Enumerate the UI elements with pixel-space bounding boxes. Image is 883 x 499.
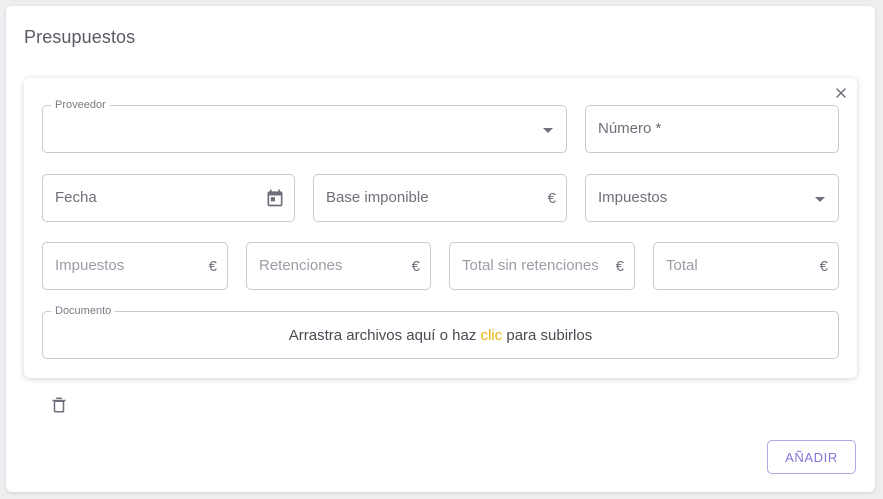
euro-suffix: € [615,258,624,275]
impuestos-select[interactable]: Impuestos [585,174,839,222]
fecha-placeholder: Fecha [55,189,97,206]
numero-field[interactable]: Número * [585,105,839,153]
section-title: Presupuestos [24,27,136,47]
retenciones-field[interactable]: Retenciones € [246,242,431,290]
chevron-down-icon [815,197,825,202]
dropzone-text-after: para subirlos [502,327,593,344]
proveedor-label: Proveedor [51,99,110,111]
base-imponible-field[interactable]: Base imponible € [313,174,567,222]
dropzone-text-before: Arrastra archivos aquí o haz [288,327,481,344]
total-field[interactable]: Total € [653,242,839,290]
base-imponible-placeholder: Base imponible [326,189,429,206]
euro-suffix: € [819,258,828,275]
retenciones-placeholder: Retenciones [259,257,343,274]
calendar-icon[interactable] [265,188,285,208]
euro-suffix: € [208,258,217,275]
numero-placeholder: Número * [598,120,662,137]
total-sin-retenciones-field[interactable]: Total sin retenciones € [449,242,635,290]
close-icon[interactable] [834,86,848,100]
euro-suffix: € [411,258,420,275]
presupuestos-card: Presupuestos Proveedor Número * Fecha Ba… [6,6,875,492]
chevron-down-icon [543,128,553,133]
impuestos-amount-field[interactable]: Impuestos € [42,242,228,290]
total-placeholder: Total [666,257,698,274]
upload-click-link[interactable]: clic [481,327,503,344]
documento-label: Documento [51,305,116,317]
budget-entry-card: Proveedor Número * Fecha Base imponible … [24,78,857,378]
fecha-field[interactable]: Fecha [42,174,295,222]
euro-suffix: € [547,190,556,207]
documento-dropzone[interactable]: Documento Arrastra archivos aquí o haz c… [42,305,839,359]
dropzone-instructions: Arrastra archivos aquí o haz clic para s… [43,327,838,344]
trash-icon[interactable] [50,395,68,415]
impuestos-amount-placeholder: Impuestos [55,257,125,274]
total-sin-retenciones-placeholder: Total sin retenciones [462,257,599,274]
proveedor-select[interactable]: Proveedor [42,99,567,153]
impuestos-select-placeholder: Impuestos [598,189,668,206]
add-button[interactable]: AÑADIR [767,440,856,474]
